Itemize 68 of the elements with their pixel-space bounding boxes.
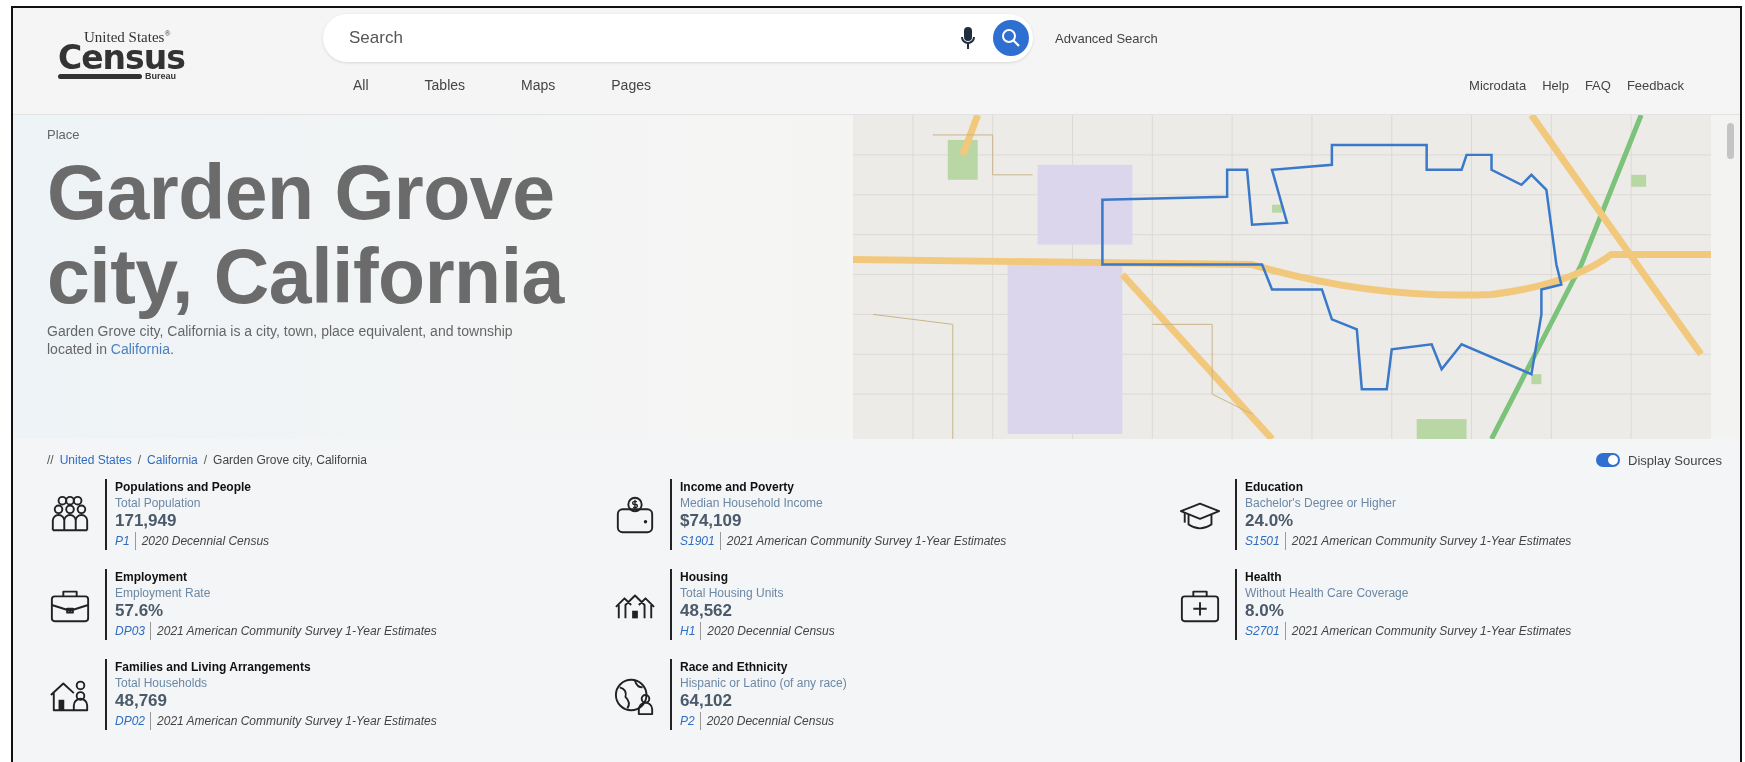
category-title: Health <box>1245 569 1283 585</box>
measure-label: Without Health Care Coverage <box>1245 585 1410 601</box>
measure-label: Total Population <box>115 495 202 511</box>
search-tab[interactable]: Tables <box>424 77 466 93</box>
header-link[interactable]: Help <box>1542 77 1569 93</box>
place-type-label: Place <box>47 127 81 142</box>
header-link[interactable]: FAQ <box>1584 77 1611 93</box>
category-title: Education <box>1245 479 1304 495</box>
category-title: Employment <box>115 569 188 585</box>
table-link[interactable]: S1901 <box>680 532 721 550</box>
search-tab[interactable]: Maps <box>521 77 556 93</box>
table-link[interactable]: S2701 <box>1245 622 1286 640</box>
source-label: 2021 American Community Survey 1-Year Estimates <box>726 533 1007 550</box>
breadcrumb-separator: / <box>203 453 208 467</box>
measure-label: Employment Rate <box>115 585 212 601</box>
source-label: 2020 Decennial Census <box>707 623 835 640</box>
measure-label: Total Housing Units <box>680 585 785 601</box>
table-link[interactable]: DP03 <box>115 622 152 640</box>
stat-value: $74,109 <box>680 511 743 530</box>
search-tab[interactable]: All <box>353 77 369 93</box>
category-title: Income and Poverty <box>680 479 796 495</box>
source-label: 2021 American Community Survey 1-Year Estimates <box>157 623 437 640</box>
source-label: 2021 American Community Survey 1-Year Estimates <box>1291 623 1572 640</box>
category-title: Populations and People <box>115 479 252 495</box>
table-link[interactable]: DP02 <box>115 712 152 730</box>
table-link[interactable]: P2 <box>680 712 701 730</box>
search-bar[interactable]: Search <box>323 14 1033 62</box>
breadcrumb-marker: // <box>47 453 54 467</box>
advanced-search-link[interactable]: Advanced Search <box>1055 30 1158 46</box>
search-button[interactable] <box>993 20 1029 56</box>
search-input[interactable]: Search <box>347 27 961 49</box>
stat-value: 64,102 <box>680 691 733 710</box>
breadcrumb-link[interactable]: United States <box>59 453 132 467</box>
breadcrumb-separator: / <box>137 453 142 467</box>
category-title: Families and Living Arrangements <box>115 659 312 675</box>
stat-value: 57.6% <box>115 601 165 620</box>
search-icon <box>1001 28 1021 48</box>
stat-value: 171,949 <box>115 511 178 530</box>
category-title: Race and Ethnicity <box>680 659 789 675</box>
measure-label: Hispanic or Latino (of any race) <box>680 675 847 691</box>
measure-label: Median Household Income <box>680 495 824 511</box>
place-title: city, California <box>47 234 564 318</box>
place-description: Garden Grove city, California is a city, town, place equivalent, and township located in California. <box>47 322 514 358</box>
source-label: 2021 American Community Survey 1-Year Estimates <box>1291 533 1572 550</box>
stat-value: 8.0% <box>1245 601 1285 620</box>
table-link[interactable]: P1 <box>115 532 136 550</box>
place-title: Garden Grove <box>47 150 555 234</box>
measure-label: Bachelor's Degree or Higher <box>1245 495 1398 511</box>
stat-value: 48,562 <box>680 601 733 620</box>
breadcrumb-link[interactable]: California <box>147 453 198 467</box>
microphone-icon[interactable] <box>961 27 975 49</box>
scrollbar-thumb[interactable] <box>1727 123 1734 159</box>
category-title: Housing <box>680 569 729 585</box>
search-tab[interactable]: Pages <box>611 77 651 93</box>
source-label: 2021 American Community Survey 1-Year Estimates <box>157 713 437 730</box>
source-label: 2020 Decennial Census <box>706 713 835 730</box>
header-link[interactable]: Microdata <box>1469 77 1527 93</box>
table-link[interactable]: H1 <box>680 622 702 640</box>
display-sources-toggle[interactable] <box>1596 453 1621 467</box>
display-sources-label: Display Sources <box>1628 452 1722 468</box>
table-link[interactable]: S1501 <box>1245 532 1286 550</box>
stat-value: 48,769 <box>115 691 168 710</box>
stat-value: 24.0% <box>1245 511 1295 530</box>
state-link[interactable]: California <box>110 341 170 357</box>
source-label: 2020 Decennial Census <box>141 533 270 550</box>
header-link[interactable]: Feedback <box>1626 77 1684 93</box>
breadcrumb-current: Garden Grove city, California <box>213 453 367 467</box>
measure-label: Total Households <box>115 675 209 691</box>
